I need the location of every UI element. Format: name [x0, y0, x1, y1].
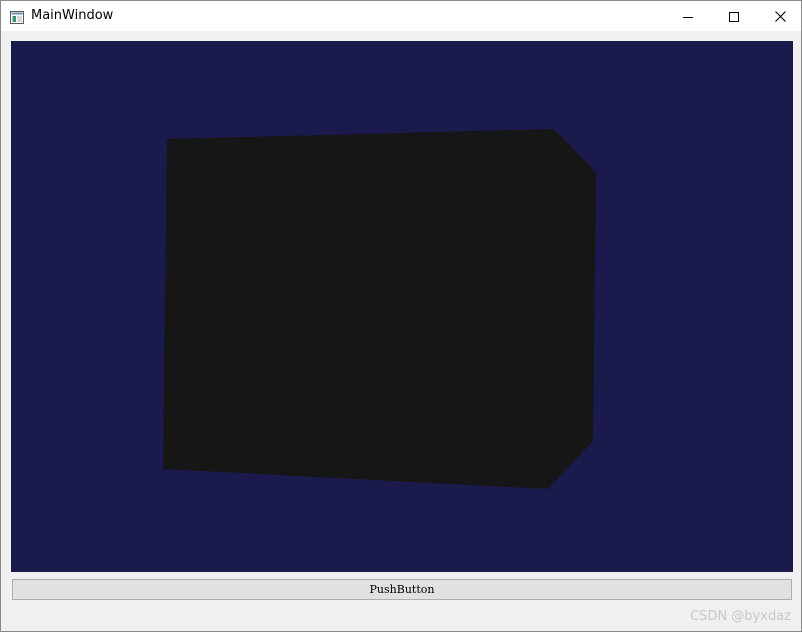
minimize-button[interactable] [665, 1, 711, 31]
cube-front-face [163, 129, 596, 489]
maximize-icon [729, 7, 739, 26]
watermark-text: CSDN @byxdaz [690, 609, 791, 624]
close-icon [774, 7, 786, 26]
close-button[interactable] [757, 1, 802, 31]
main-window: MainWindow PushButton CSDN @byxdaz [0, 0, 802, 632]
opengl-viewport[interactable] [11, 41, 793, 572]
window-title: MainWindow [31, 8, 114, 23]
maximize-button[interactable] [711, 1, 757, 31]
title-bar[interactable]: MainWindow [1, 1, 801, 31]
push-button[interactable]: PushButton [12, 579, 792, 600]
app-window-icon [10, 9, 24, 24]
minimize-icon [683, 7, 693, 26]
cube-render [163, 129, 596, 489]
